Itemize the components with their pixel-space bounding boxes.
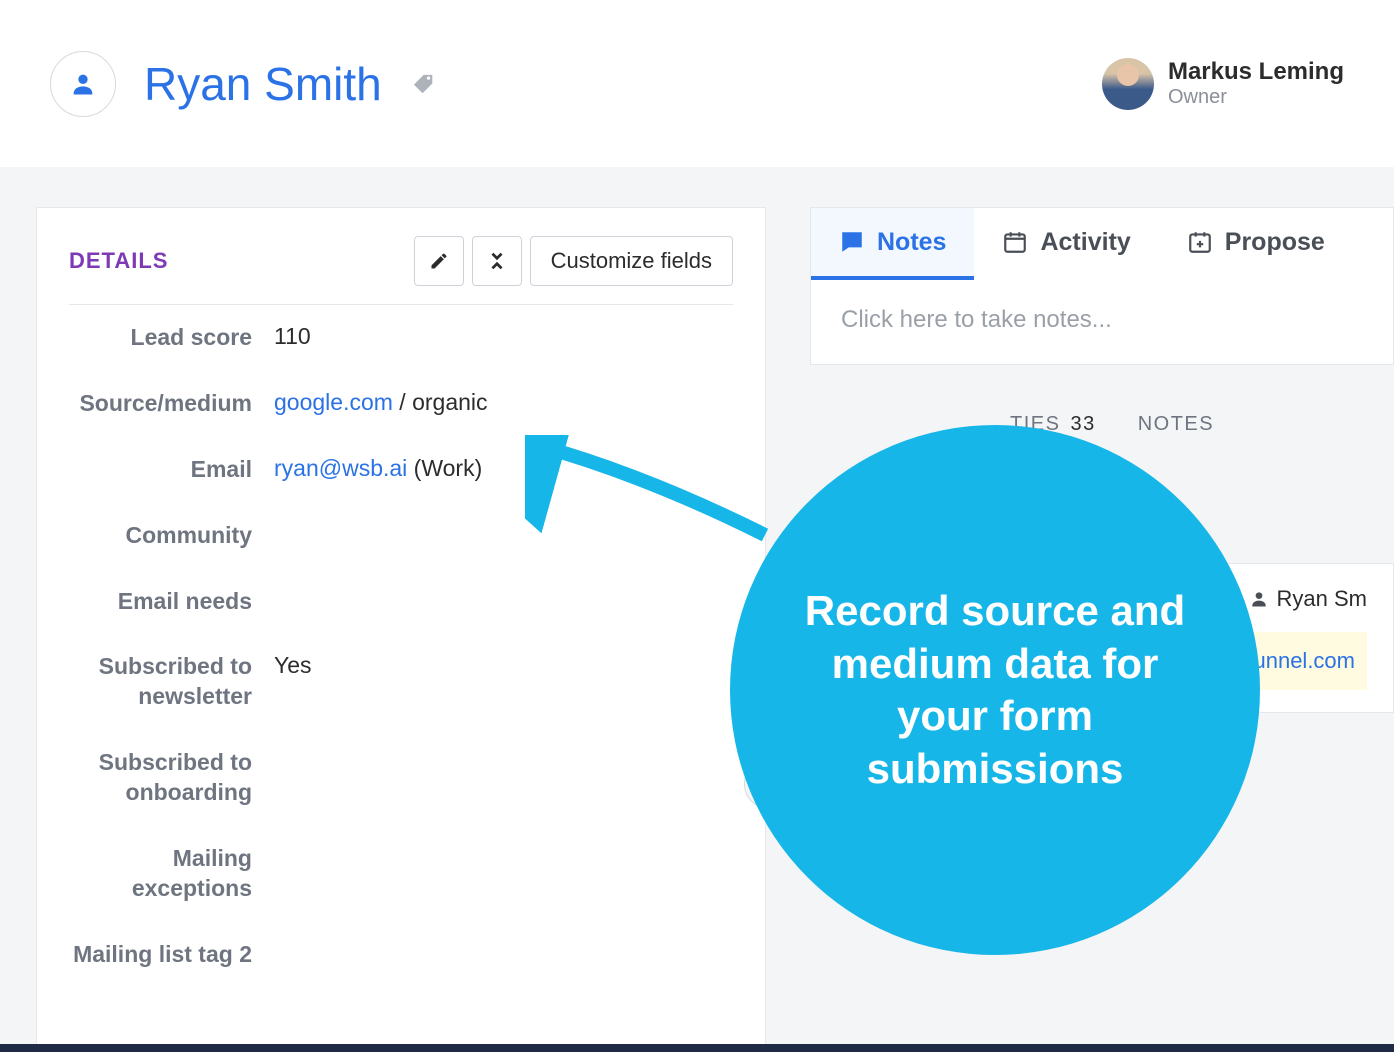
- edit-button[interactable]: [414, 236, 464, 286]
- summary-tabs: TIES 33 NOTES: [810, 413, 1394, 436]
- owner-role: Owner: [1168, 86, 1344, 109]
- field-lead-score: Lead score 110: [69, 305, 733, 371]
- callout-arrow: [525, 435, 785, 555]
- contact-name[interactable]: Ryan Smith: [144, 57, 382, 111]
- calendar-plus-icon: [1187, 229, 1213, 255]
- email-link[interactable]: ryan@wsb.ai: [274, 455, 407, 481]
- summary-notes[interactable]: NOTES: [1138, 413, 1214, 436]
- annotation-callout: Record source and medium data for your f…: [730, 425, 1260, 955]
- field-source-medium: Source/medium google.com / organic: [69, 371, 733, 437]
- owner-avatar: [1102, 58, 1154, 110]
- tag-icon[interactable]: [403, 71, 434, 97]
- person-icon: [69, 70, 97, 98]
- pencil-icon: [429, 251, 449, 271]
- notes-input[interactable]: Click here to take notes...: [811, 280, 1393, 364]
- owner-block[interactable]: Markus Leming Owner: [1102, 58, 1344, 110]
- collapse-icon: [486, 250, 508, 272]
- contact-chip[interactable]: Ryan Sm: [1249, 586, 1367, 612]
- tabs-card: Notes Activity Propose Click here to tak…: [810, 207, 1394, 365]
- bottom-bar: [0, 1044, 1394, 1052]
- collapse-button[interactable]: [472, 236, 522, 286]
- details-panel: DETAILS Customize fields Lead score 110 …: [36, 207, 766, 1052]
- field-subscribed-onboarding: Subscribed to onboarding: [69, 730, 733, 826]
- contact-header: Ryan Smith Markus Leming Owner: [0, 0, 1394, 167]
- customize-fields-button[interactable]: Customize fields: [530, 236, 733, 286]
- field-mailing-list-tag2: Mailing list tag 2: [69, 922, 733, 988]
- field-subscribed-newsletter: Subscribed to newsletter Yes: [69, 634, 733, 730]
- note-icon: [839, 229, 865, 255]
- source-link[interactable]: google.com: [274, 389, 393, 415]
- field-email-needs: Email needs: [69, 569, 733, 635]
- tab-activity[interactable]: Activity: [974, 208, 1158, 280]
- field-mailing-exceptions: Mailing exceptions: [69, 826, 733, 922]
- person-icon: [1249, 589, 1269, 609]
- tab-propose[interactable]: Propose: [1159, 208, 1353, 280]
- details-title: DETAILS: [69, 248, 168, 274]
- owner-name: Markus Leming: [1168, 58, 1344, 86]
- tab-notes[interactable]: Notes: [811, 208, 974, 280]
- calendar-icon: [1002, 229, 1028, 255]
- contact-avatar[interactable]: [50, 51, 116, 117]
